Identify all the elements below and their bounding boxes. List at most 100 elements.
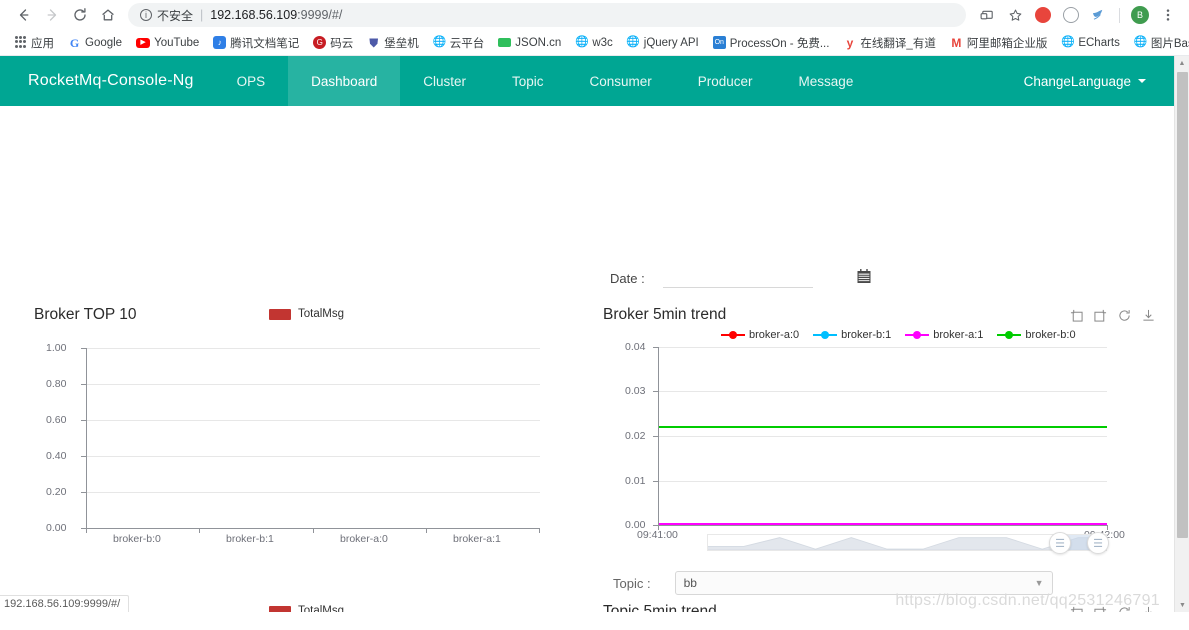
x-tick [313, 528, 314, 533]
kebab-menu-icon[interactable] [1155, 2, 1181, 28]
bookmark-item-cloud[interactable]: 🌐 云平台 [426, 32, 492, 54]
chart-plot-topic-5min-trend: 1.00 0.80 [603, 603, 1159, 612]
app-navbar: RocketMq-Console-Ng OPS Dashboard Cluste… [0, 56, 1174, 106]
scrollbar-down-arrow[interactable]: ▼ [1175, 598, 1189, 612]
bookmark-label: 云平台 [449, 37, 485, 50]
bookmark-item-alimail[interactable]: M 阿里邮箱企业版 [943, 32, 1055, 54]
calendar-icon[interactable] [857, 268, 871, 288]
bookmark-label: 腾讯文档笔记 [230, 37, 300, 50]
app-brand[interactable]: RocketMq-Console-Ng [0, 56, 214, 106]
chart-plot-broker-5min-trend: 0.00 0.01 0.02 0.03 0.04 09:41:00 09:42:… [603, 306, 1159, 576]
nav-item-consumer[interactable]: Consumer [566, 56, 674, 106]
bookmark-item-gitee[interactable]: G 码云 [306, 32, 360, 54]
y-tick-label: 0.03 [625, 385, 646, 397]
bookmark-item-jquery-api[interactable]: 🌐 jQuery API [620, 32, 706, 54]
gridline [86, 348, 540, 349]
address-bar[interactable]: i 不安全 | 192.168.56.109:9999/#/ [128, 3, 966, 27]
y-tick [81, 348, 86, 349]
topic-filter: Topic : bb ▼ [613, 571, 1053, 595]
bookmark-label: 码云 [330, 37, 354, 50]
nav-item-topic[interactable]: Topic [489, 56, 567, 106]
nav-item-ops[interactable]: OPS [214, 56, 289, 106]
bookmark-item-youdao[interactable]: y 在线翻译_有道 [836, 32, 942, 54]
bookmark-label: ProcessOn - 免费... [729, 37, 830, 50]
gridline [86, 456, 540, 457]
bookmark-item-bastion[interactable]: ⛊ 堡垒机 [360, 32, 426, 54]
chevron-down-icon [1138, 79, 1146, 83]
y-tick [653, 391, 658, 392]
extension-blue-icon[interactable] [1086, 2, 1112, 28]
x-tick-label: broker-a:0 [340, 533, 388, 545]
extension-grey-icon[interactable] [1058, 2, 1084, 28]
home-icon[interactable] [94, 1, 122, 29]
tencent-docs-icon: ♪ [213, 36, 227, 49]
globe-icon: 🌐 [1060, 36, 1075, 48]
topic-select[interactable]: bb ▼ [674, 571, 1053, 595]
chart-panel-broker-top-10: Broker TOP 10 TotalMsg 0.00 0.20 0.40 0.… [34, 306, 574, 556]
series-line-broker-b-0 [659, 426, 1107, 428]
x-tick-label: broker-a:1 [453, 533, 501, 545]
datazoom-handle-left[interactable]: ☰ [1049, 532, 1071, 554]
bookmark-item-youtube[interactable]: ▶ YouTube [129, 32, 206, 54]
y-tick-label: 0.04 [625, 341, 646, 353]
youdao-icon: y [846, 35, 854, 50]
cast-icon[interactable] [974, 2, 1000, 28]
bookmark-label: Google [85, 36, 123, 49]
reload-icon[interactable] [66, 1, 94, 29]
navbar-right: ChangeLanguage [1024, 56, 1174, 106]
dashboard-content: Date : Broker TOP 10 TotalMsg 0.00 0.20 … [0, 106, 1174, 612]
globe-icon: 🌐 [574, 36, 589, 48]
nav-item-message[interactable]: Message [776, 56, 877, 106]
bookmark-item-w3c[interactable]: 🌐 w3c [568, 32, 619, 54]
chart-panel-broker-5min-trend: Broker 5min trend broker-a:0 broker-b:1 … [603, 306, 1159, 595]
bookmark-item-echarts[interactable]: 🌐 ECharts [1054, 32, 1127, 54]
date-filter: Date : [610, 268, 871, 288]
toolbar-divider [1119, 7, 1120, 23]
json-icon [498, 38, 512, 47]
forward-arrow-icon[interactable] [38, 1, 66, 29]
bookmark-label: w3c [592, 36, 613, 49]
datazoom-handle-right[interactable]: ☰ [1087, 532, 1109, 554]
browser-chrome: i 不安全 | 192.168.56.109:9999/#/ B 应用 G G… [0, 0, 1189, 56]
gridline [658, 391, 1107, 392]
bookmark-item-image-base64[interactable]: 🌐 图片Base64 [1127, 32, 1189, 54]
y-tick-label: 0.80 [46, 378, 67, 390]
back-arrow-icon[interactable] [10, 1, 38, 29]
google-icon: G [69, 35, 80, 50]
bookmark-item-json[interactable]: JSON.cn [491, 32, 568, 54]
bookmark-item-processon[interactable]: On ProcessOn - 免费... [706, 32, 837, 54]
y-tick [653, 347, 658, 348]
bookmark-item-apps[interactable]: 应用 [7, 32, 61, 54]
change-language-dropdown[interactable]: ChangeLanguage [1024, 74, 1146, 89]
datazoom-slider-broker[interactable]: ☰ ☰ [707, 532, 1109, 554]
topic-select-value: bb [683, 576, 697, 590]
nav-item-cluster[interactable]: Cluster [400, 56, 489, 106]
scrollbar-up-arrow[interactable]: ▲ [1175, 56, 1189, 70]
avatar[interactable]: B [1127, 2, 1153, 28]
scrollbar-thumb[interactable] [1177, 72, 1188, 538]
x-tick-label: broker-b:0 [113, 533, 161, 545]
page-scrollbar[interactable]: ▲ ▼ [1174, 56, 1189, 612]
bookmark-label: 在线翻译_有道 [860, 37, 936, 50]
date-input[interactable] [662, 268, 813, 288]
page-viewport: RocketMq-Console-Ng OPS Dashboard Cluste… [0, 56, 1189, 612]
star-icon[interactable] [1002, 2, 1028, 28]
gridline [658, 481, 1107, 482]
processon-icon: On [712, 36, 726, 49]
gitee-icon: G [313, 36, 327, 49]
bookmark-label: 堡垒机 [384, 37, 419, 50]
nav-item-dashboard[interactable]: Dashboard [288, 56, 401, 106]
x-tick [86, 528, 87, 533]
bookmarks-bar: 应用 G Google ▶ YouTube ♪ 腾讯文档笔记 G 码云 ⛊ 堡垒… [0, 30, 1189, 56]
bookmark-item-google[interactable]: G Google [61, 32, 129, 54]
extension-red-icon[interactable] [1030, 2, 1056, 28]
apps-grid-icon [14, 36, 27, 49]
y-tick-label: 0.40 [46, 450, 67, 462]
y-tick [81, 384, 86, 385]
nav-item-producer[interactable]: Producer [675, 56, 776, 106]
y-axis-line [658, 347, 659, 525]
y-axis-line [86, 348, 87, 528]
bookmark-item-tencent-docs[interactable]: ♪ 腾讯文档笔记 [206, 32, 306, 54]
x-tick [199, 528, 200, 533]
globe-icon: 🌐 [1133, 36, 1148, 48]
